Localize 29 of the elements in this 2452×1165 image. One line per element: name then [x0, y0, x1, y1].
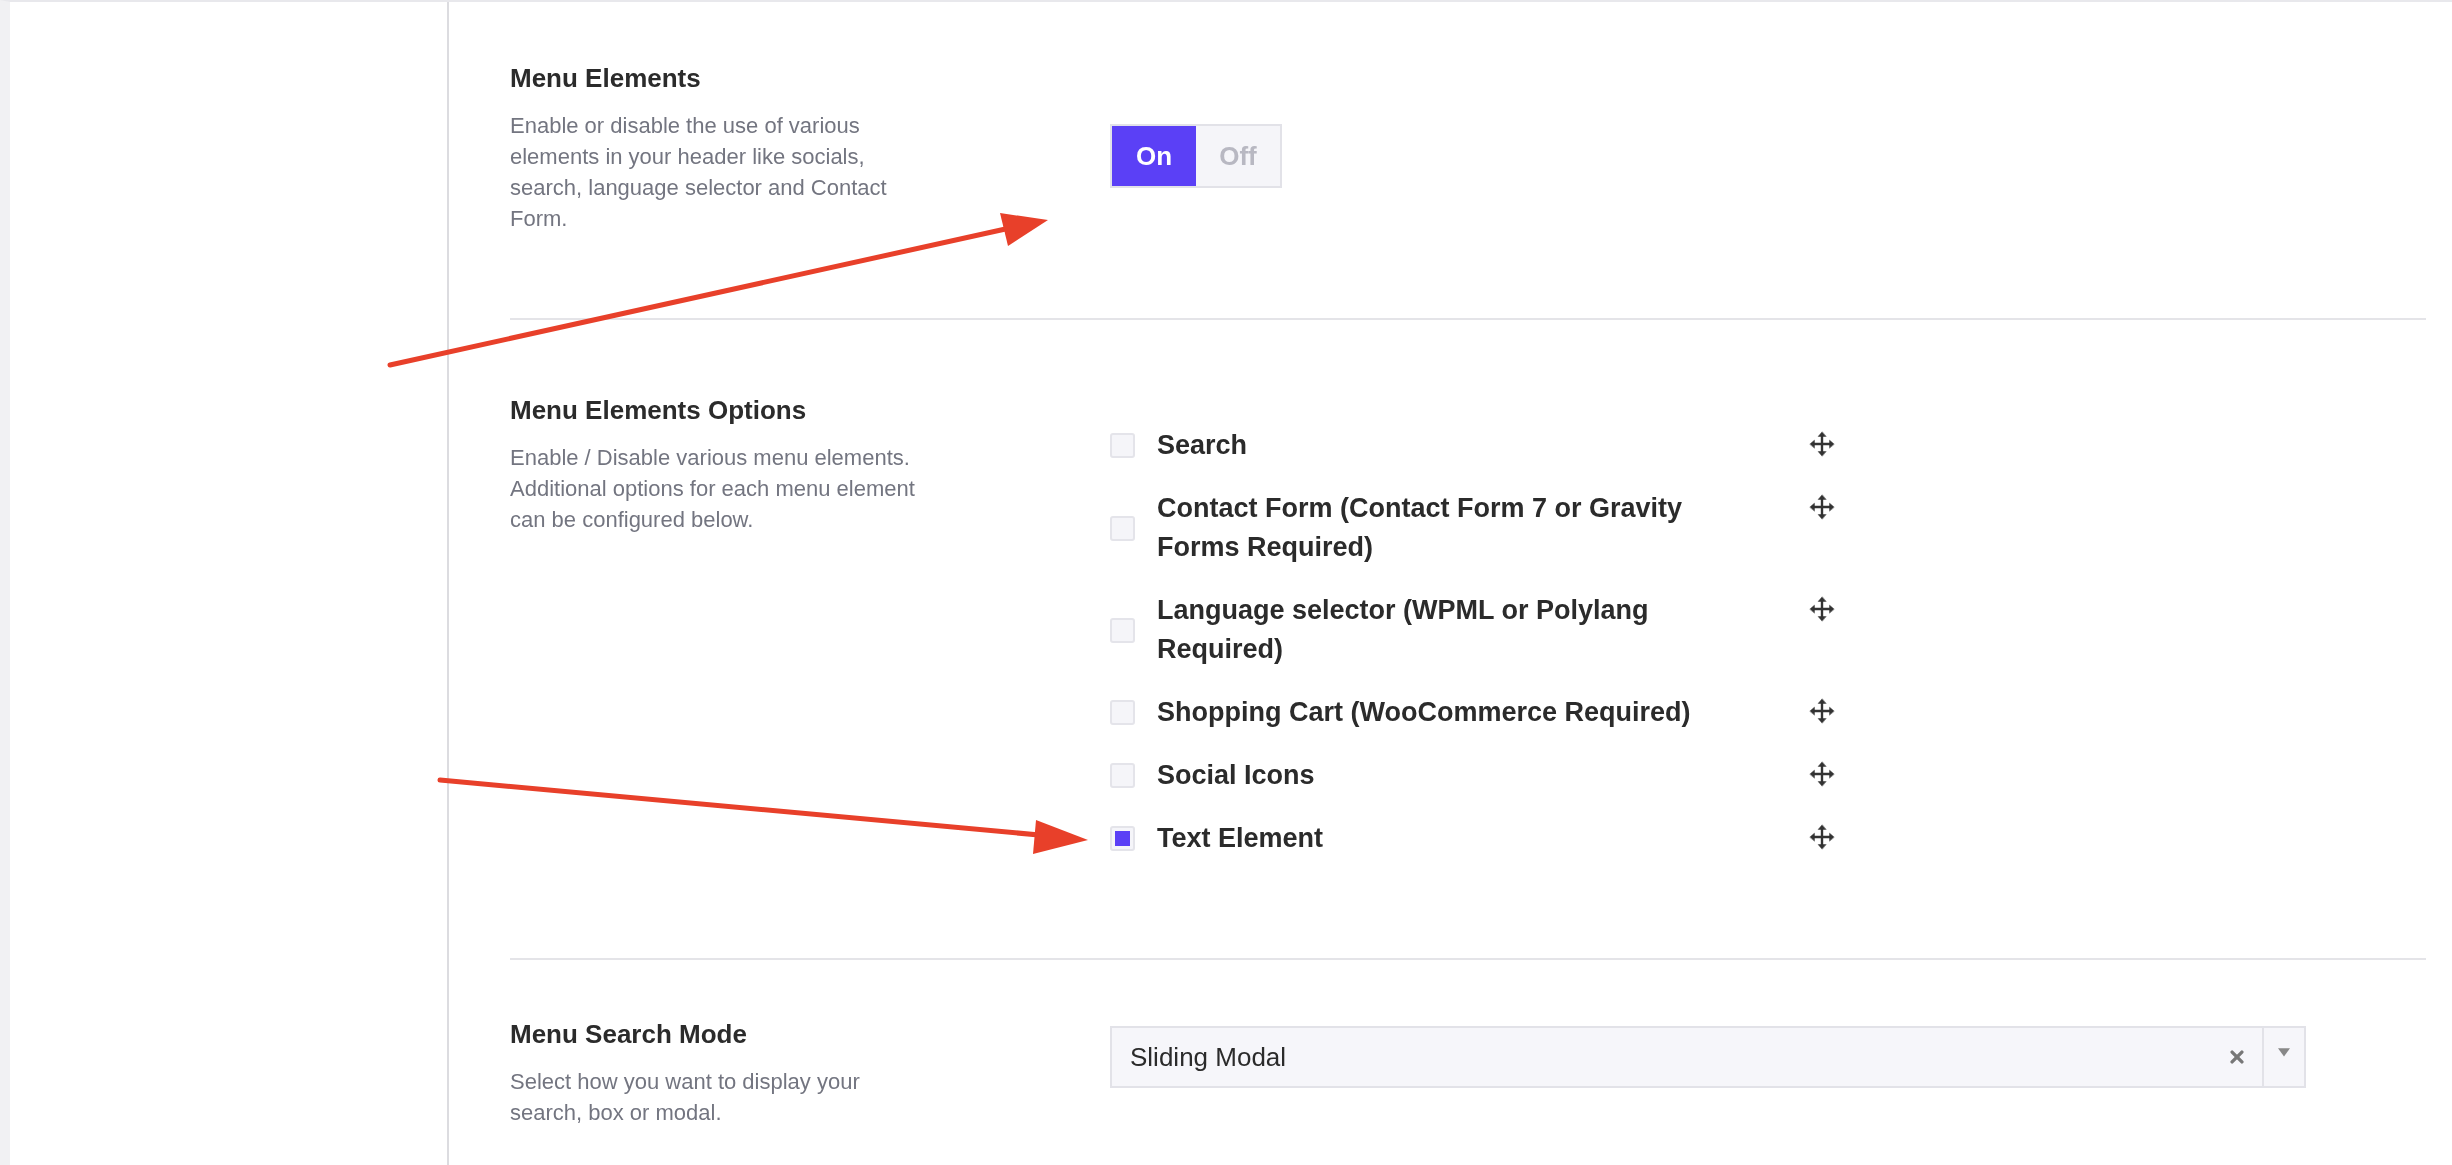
move-icon[interactable]	[1809, 596, 1835, 622]
checkbox[interactable]	[1110, 763, 1135, 788]
clear-icon[interactable]	[2230, 1050, 2244, 1064]
checkbox-label: Language selector (WPML or Polylang Required)	[1157, 594, 1650, 666]
select-field[interactable]: Sliding Modal	[1110, 1026, 2306, 1088]
checkbox[interactable]	[1110, 617, 1135, 643]
move-icon[interactable]	[1809, 494, 1835, 520]
checkbox[interactable]	[1110, 826, 1135, 851]
section-title: Menu Search Mode	[510, 1018, 748, 1050]
checkbox-label: Search	[1157, 429, 1249, 462]
checkbox-label: Contact Form (Contact Form 7 or Gravity Forms Required)	[1157, 492, 1684, 564]
move-icon[interactable]	[1809, 761, 1835, 787]
select-value: Sliding Modal	[1129, 1041, 1288, 1073]
section-title: Menu Elements Options	[510, 394, 808, 426]
move-icon[interactable]	[1809, 698, 1835, 724]
move-icon[interactable]	[1809, 431, 1835, 457]
checkbox[interactable]	[1110, 515, 1135, 541]
checkbox-label: Text Element	[1157, 822, 1325, 855]
checkbox-label: Social Icons	[1157, 759, 1316, 792]
section-description: Select how you want to display your search, box or modal.	[510, 1068, 861, 1127]
section-title: Menu Elements	[510, 62, 702, 94]
checkbox[interactable]	[1110, 700, 1135, 725]
toggle-option[interactable]: On	[1112, 126, 1196, 186]
caret-icon[interactable]	[2278, 1048, 2290, 1058]
move-icon[interactable]	[1809, 824, 1835, 850]
section-description: Enable or disable the use of various elements in your header like socials, search, language selector and Contact Form.	[510, 112, 888, 233]
section-description: Enable / Disable various menu elements. Additional options for each menu element can be configured below.	[510, 444, 916, 534]
checkbox-label: Shopping Cart (WooCommerce Required)	[1157, 696, 1692, 729]
checkbox[interactable]	[1110, 433, 1135, 458]
